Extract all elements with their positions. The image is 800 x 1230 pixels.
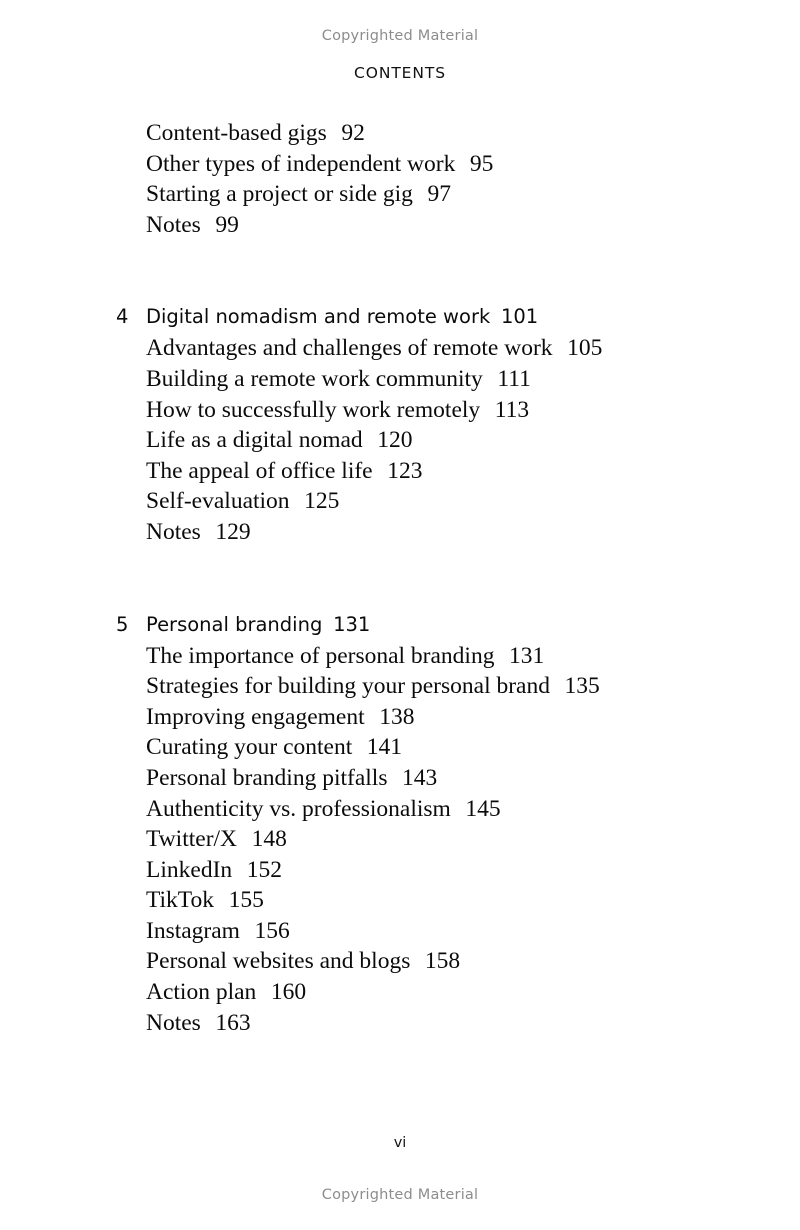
toc-entry-row[interactable]: LinkedIn 152	[116, 855, 716, 886]
toc-entry-page-number: 113	[494, 396, 530, 423]
toc-entry-page-number: 160	[270, 979, 307, 1006]
toc-entry-row[interactable]: Content-based gigs 92	[116, 118, 716, 149]
toc-entry-page-number: 131	[509, 642, 545, 669]
toc-entry-title: Improving engagement	[146, 703, 365, 730]
toc-entry-title: Advantages and challenges of remote work	[146, 335, 553, 362]
toc-entry-page-number: 129	[215, 518, 251, 545]
toc-entry-row[interactable]: Personal websites and blogs 158	[116, 946, 716, 977]
toc-entry-row[interactable]: Other types of independent work 95	[116, 149, 716, 180]
toc-entry-page-number: 158	[424, 948, 461, 975]
toc-entry-title: LinkedIn	[146, 856, 233, 883]
toc-entry-page-number: 97	[427, 181, 452, 208]
toc-entry-title: Personal branding pitfalls	[146, 764, 388, 791]
toc-entry-page-number: 138	[379, 703, 415, 730]
toc-chapter-page-number: 101	[500, 305, 539, 329]
toc-entry-row[interactable]: Improving engagement 138	[116, 702, 716, 733]
toc-entry-title: Content-based gigs	[146, 120, 327, 146]
toc-entry-page-number: 145	[465, 795, 501, 822]
toc-entry-row[interactable]: TikTok 155	[116, 885, 716, 916]
toc-entry-title: The importance of personal branding	[146, 642, 495, 669]
toc-entry-row[interactable]: Strategies for building your personal br…	[116, 671, 716, 702]
toc-entry-title: The appeal of office life	[146, 457, 373, 484]
toc-entry-row[interactable]: Notes 129	[116, 517, 716, 548]
copyright-watermark-bottom: Copyrighted Material	[321, 1187, 479, 1203]
toc-entry-title: Self-evaluation	[146, 488, 290, 515]
toc-entry-row[interactable]: Instagram 156	[116, 916, 716, 947]
toc-chapter-number: 5	[116, 612, 129, 636]
toc-chapter-row[interactable]: 5 Personal branding 131	[116, 609, 716, 641]
toc-entry-page-number: 148	[251, 826, 287, 853]
toc-entry-row[interactable]: Twitter/X 148	[116, 824, 716, 855]
toc-entry-title: Life as a digital nomad	[146, 427, 363, 454]
toc-entry-page-number: 111	[497, 365, 531, 392]
toc-entry-title: Instagram	[146, 917, 240, 944]
toc-entry-row[interactable]: How to successfully work remotely 113	[116, 395, 716, 426]
toc-entry-row[interactable]: Authenticity vs. professionalism 145	[116, 794, 716, 825]
toc-entry-page-number: 163	[215, 1009, 251, 1036]
toc-chapter-number: 4	[116, 305, 129, 329]
toc-entry-page-number: 99	[215, 211, 239, 238]
toc-entry-title: How to successfully work remotely	[146, 396, 481, 423]
toc-entry-title: Action plan	[146, 979, 257, 1006]
toc-group: Content-based gigs 92 Other types of indep…	[116, 118, 716, 240]
toc-entry-page-number: 123	[387, 457, 423, 484]
toc-entry-page-number: 105	[567, 335, 603, 362]
toc-entry-title: Starting a project or side gig	[146, 181, 413, 208]
toc-entry-title: Building a remote work community	[146, 365, 483, 392]
toc-entry-row[interactable]: Notes 163	[116, 1008, 716, 1039]
toc-group: 4 Digital nomadism and remote work 101 Adva…	[116, 301, 716, 547]
toc-entry-row[interactable]: Building a remote work community 111	[116, 364, 716, 395]
toc-entry-page-number: 143	[402, 764, 438, 791]
toc-entry-title: Authenticity vs. professionalism	[146, 795, 451, 822]
toc-entry-row[interactable]: Notes 99	[116, 210, 716, 241]
toc-entry-title: TikTok	[146, 887, 215, 914]
toc-entry-page-number: 92	[341, 120, 365, 146]
toc-chapter-title: Personal branding	[146, 612, 323, 636]
toc-chapter-title: Digital nomadism and remote work	[146, 305, 491, 329]
toc-entry-page-number: 156	[254, 917, 290, 944]
toc-entry-row[interactable]: The appeal of office life 123	[116, 456, 716, 487]
toc-group: 5 Personal branding 131 The importance of p…	[116, 609, 716, 1039]
toc-entry-title: Notes	[146, 518, 201, 545]
toc-entry-row[interactable]: Starting a project or side gig 97	[116, 179, 716, 210]
toc-chapter-row[interactable]: 4 Digital nomadism and remote work 101	[116, 301, 716, 333]
page-number-folio: vi	[393, 1135, 407, 1151]
toc-entry-title: Notes	[146, 1009, 201, 1036]
toc-entry-row[interactable]: Advantages and challenges of remote work…	[116, 333, 716, 364]
toc-entry-title: Strategies for building your personal br…	[146, 673, 550, 700]
toc-entry-title: Curating your content	[146, 734, 353, 761]
toc-entry-page-number: 152	[246, 856, 282, 883]
toc-entry-row[interactable]: Curating your content 141	[116, 732, 716, 763]
toc-entry-row[interactable]: The importance of personal branding 131	[116, 641, 716, 672]
toc-entry-row[interactable]: Action plan 160	[116, 977, 716, 1008]
toc-entry-row[interactable]: Personal branding pitfalls 143	[116, 763, 716, 794]
toc-chapter-page-number: 131	[333, 612, 371, 636]
page-title: CONTENTS	[354, 64, 446, 82]
toc-entry-row[interactable]: Life as a digital nomad 120	[116, 425, 716, 456]
toc-entry-page-number: 95	[469, 150, 494, 177]
toc-entry-row[interactable]: Self-evaluation 125	[116, 486, 716, 517]
toc-entry-title: Notes	[146, 211, 201, 238]
table-of-contents: Content-based gigs 92 Other types of indep…	[116, 118, 716, 1038]
toc-entry-page-number: 141	[366, 734, 403, 761]
toc-entry-page-number: 155	[228, 887, 264, 914]
copyright-watermark-top: Copyrighted Material	[321, 28, 479, 44]
toc-entry-page-number: 135	[564, 673, 600, 700]
toc-entry-title: Personal websites and blogs	[146, 948, 411, 975]
toc-entry-title: Twitter/X	[146, 826, 238, 853]
toc-entry-page-number: 120	[377, 427, 413, 454]
toc-entry-title: Other types of independent work	[146, 150, 456, 177]
book-contents-page: Copyrighted Material CONTENTS Content-ba…	[0, 0, 800, 1230]
toc-entry-page-number: 125	[304, 488, 340, 515]
